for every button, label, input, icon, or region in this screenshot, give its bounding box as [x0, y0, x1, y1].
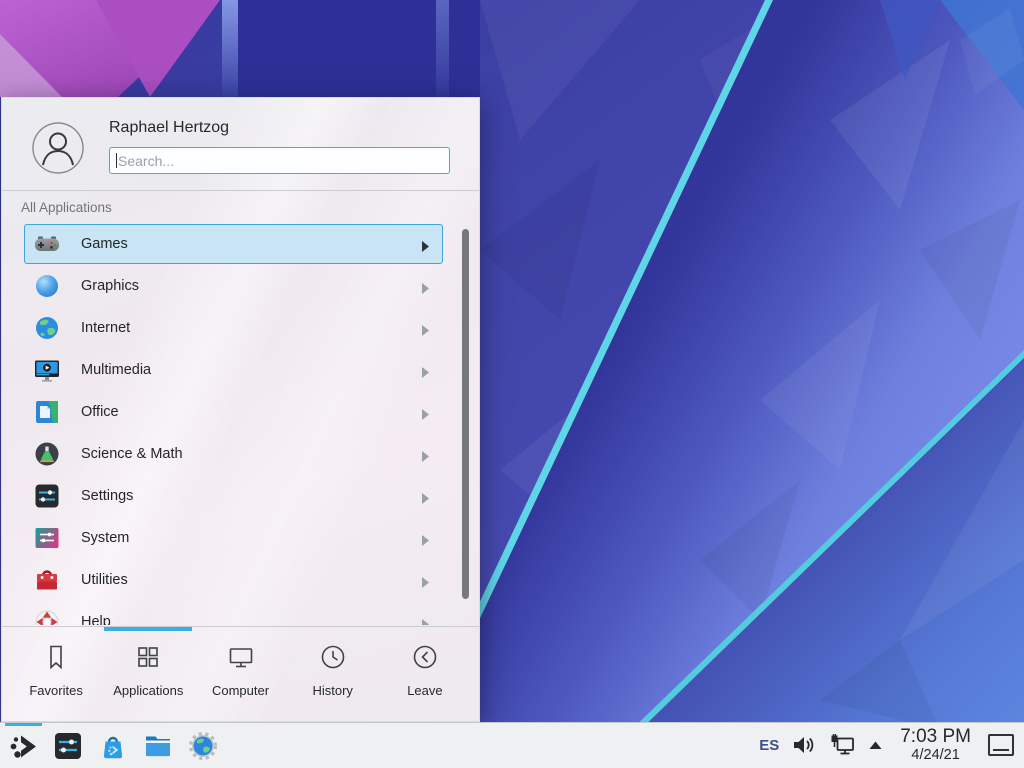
tab-computer[interactable]: Computer [194, 642, 286, 698]
category-label: Utilities [81, 572, 128, 588]
tab-label: Leave [407, 683, 442, 698]
submenu-arrow-icon [422, 491, 429, 502]
tab-history[interactable]: History [287, 642, 379, 698]
submenu-arrow-icon [422, 323, 429, 334]
leave-icon [410, 642, 440, 677]
search-placeholder: Search... [118, 153, 174, 169]
submenu-arrow-icon [422, 239, 429, 250]
tab-label: Favorites [29, 683, 82, 698]
category-label: Graphics [81, 278, 139, 294]
taskbar: ES [0, 722, 1024, 768]
text-cursor [116, 153, 117, 168]
file-manager-icon[interactable] [143, 731, 173, 761]
submenu-arrow-icon [422, 575, 429, 586]
documents-icon [34, 399, 60, 425]
search-input[interactable]: Search... [109, 147, 450, 174]
network-icon[interactable] [829, 734, 855, 756]
tab-applications[interactable]: Applications [102, 642, 194, 698]
category-system[interactable]: System [24, 518, 443, 558]
category-label: Help [81, 614, 111, 625]
submenu-arrow-icon [422, 617, 429, 626]
show-desktop-button[interactable] [988, 734, 1014, 756]
category-label: Games [81, 236, 128, 252]
keyboard-layout-indicator[interactable]: ES [759, 737, 779, 754]
computer-icon [226, 642, 256, 677]
category-office[interactable]: Office [24, 392, 443, 432]
scrollbar[interactable] [462, 229, 469, 599]
lifebuoy-icon [34, 609, 60, 625]
category-games[interactable]: Games [24, 224, 443, 264]
discover-icon[interactable] [98, 731, 128, 761]
system-sliders-icon [34, 525, 60, 551]
category-internet[interactable]: Internet [24, 308, 443, 348]
category-utilities[interactable]: Utilities [24, 560, 443, 600]
gamepad-icon [34, 231, 60, 257]
launcher-active-indicator [5, 723, 42, 726]
submenu-arrow-icon [422, 533, 429, 544]
clock-date: 4/24/21 [900, 748, 971, 764]
flask-icon [34, 441, 60, 467]
category-label: System [81, 530, 129, 546]
category-help[interactable]: Help [24, 602, 443, 625]
category-settings[interactable]: Settings [24, 476, 443, 516]
category-label: Science & Math [81, 446, 183, 462]
sphere-icon [34, 273, 60, 299]
category-list: Games Graphics [2, 219, 479, 625]
category-label: Office [81, 404, 119, 420]
tab-leave[interactable]: Leave [379, 642, 471, 698]
bookmark-icon [41, 642, 71, 677]
category-label: Settings [81, 488, 133, 504]
clock-time: 7:03 PM [900, 727, 971, 748]
monitor-play-icon [34, 357, 60, 383]
tab-label: Computer [212, 683, 269, 698]
active-tab-indicator [104, 627, 192, 631]
system-settings-icon[interactable] [53, 731, 83, 761]
user-name: Raphael Hertzog [109, 119, 229, 137]
sliders-icon [34, 483, 60, 509]
category-label: Multimedia [81, 362, 151, 378]
category-label: Internet [81, 320, 130, 336]
tab-label: Applications [113, 683, 183, 698]
tab-label: History [312, 683, 352, 698]
desktop[interactable]: Raphael Hertzog Search... All Applicatio… [0, 0, 1024, 768]
submenu-arrow-icon [422, 449, 429, 460]
launcher-header: Raphael Hertzog Search... [2, 98, 479, 191]
grid-icon [133, 642, 163, 677]
toolbox-icon [34, 567, 60, 593]
application-launcher-button[interactable] [8, 731, 38, 761]
submenu-arrow-icon [422, 365, 429, 376]
category-science-math[interactable]: Science & Math [24, 434, 443, 474]
tab-favorites[interactable]: Favorites [10, 642, 102, 698]
tray-expander-icon[interactable] [868, 740, 883, 750]
clock-icon [318, 642, 348, 677]
globe-icon [34, 315, 60, 341]
application-launcher-menu: Raphael Hertzog Search... All Applicatio… [1, 97, 480, 722]
web-browser-icon[interactable] [188, 731, 218, 761]
section-label: All Applications [21, 200, 112, 215]
digital-clock[interactable]: 7:03 PM 4/24/21 [900, 727, 971, 763]
category-multimedia[interactable]: Multimedia [24, 350, 443, 390]
submenu-arrow-icon [422, 281, 429, 292]
volume-icon[interactable] [792, 734, 816, 756]
category-graphics[interactable]: Graphics [24, 266, 443, 306]
submenu-arrow-icon [422, 407, 429, 418]
launcher-footer: Favorites Applications [2, 626, 479, 721]
user-avatar-icon[interactable] [32, 122, 84, 174]
